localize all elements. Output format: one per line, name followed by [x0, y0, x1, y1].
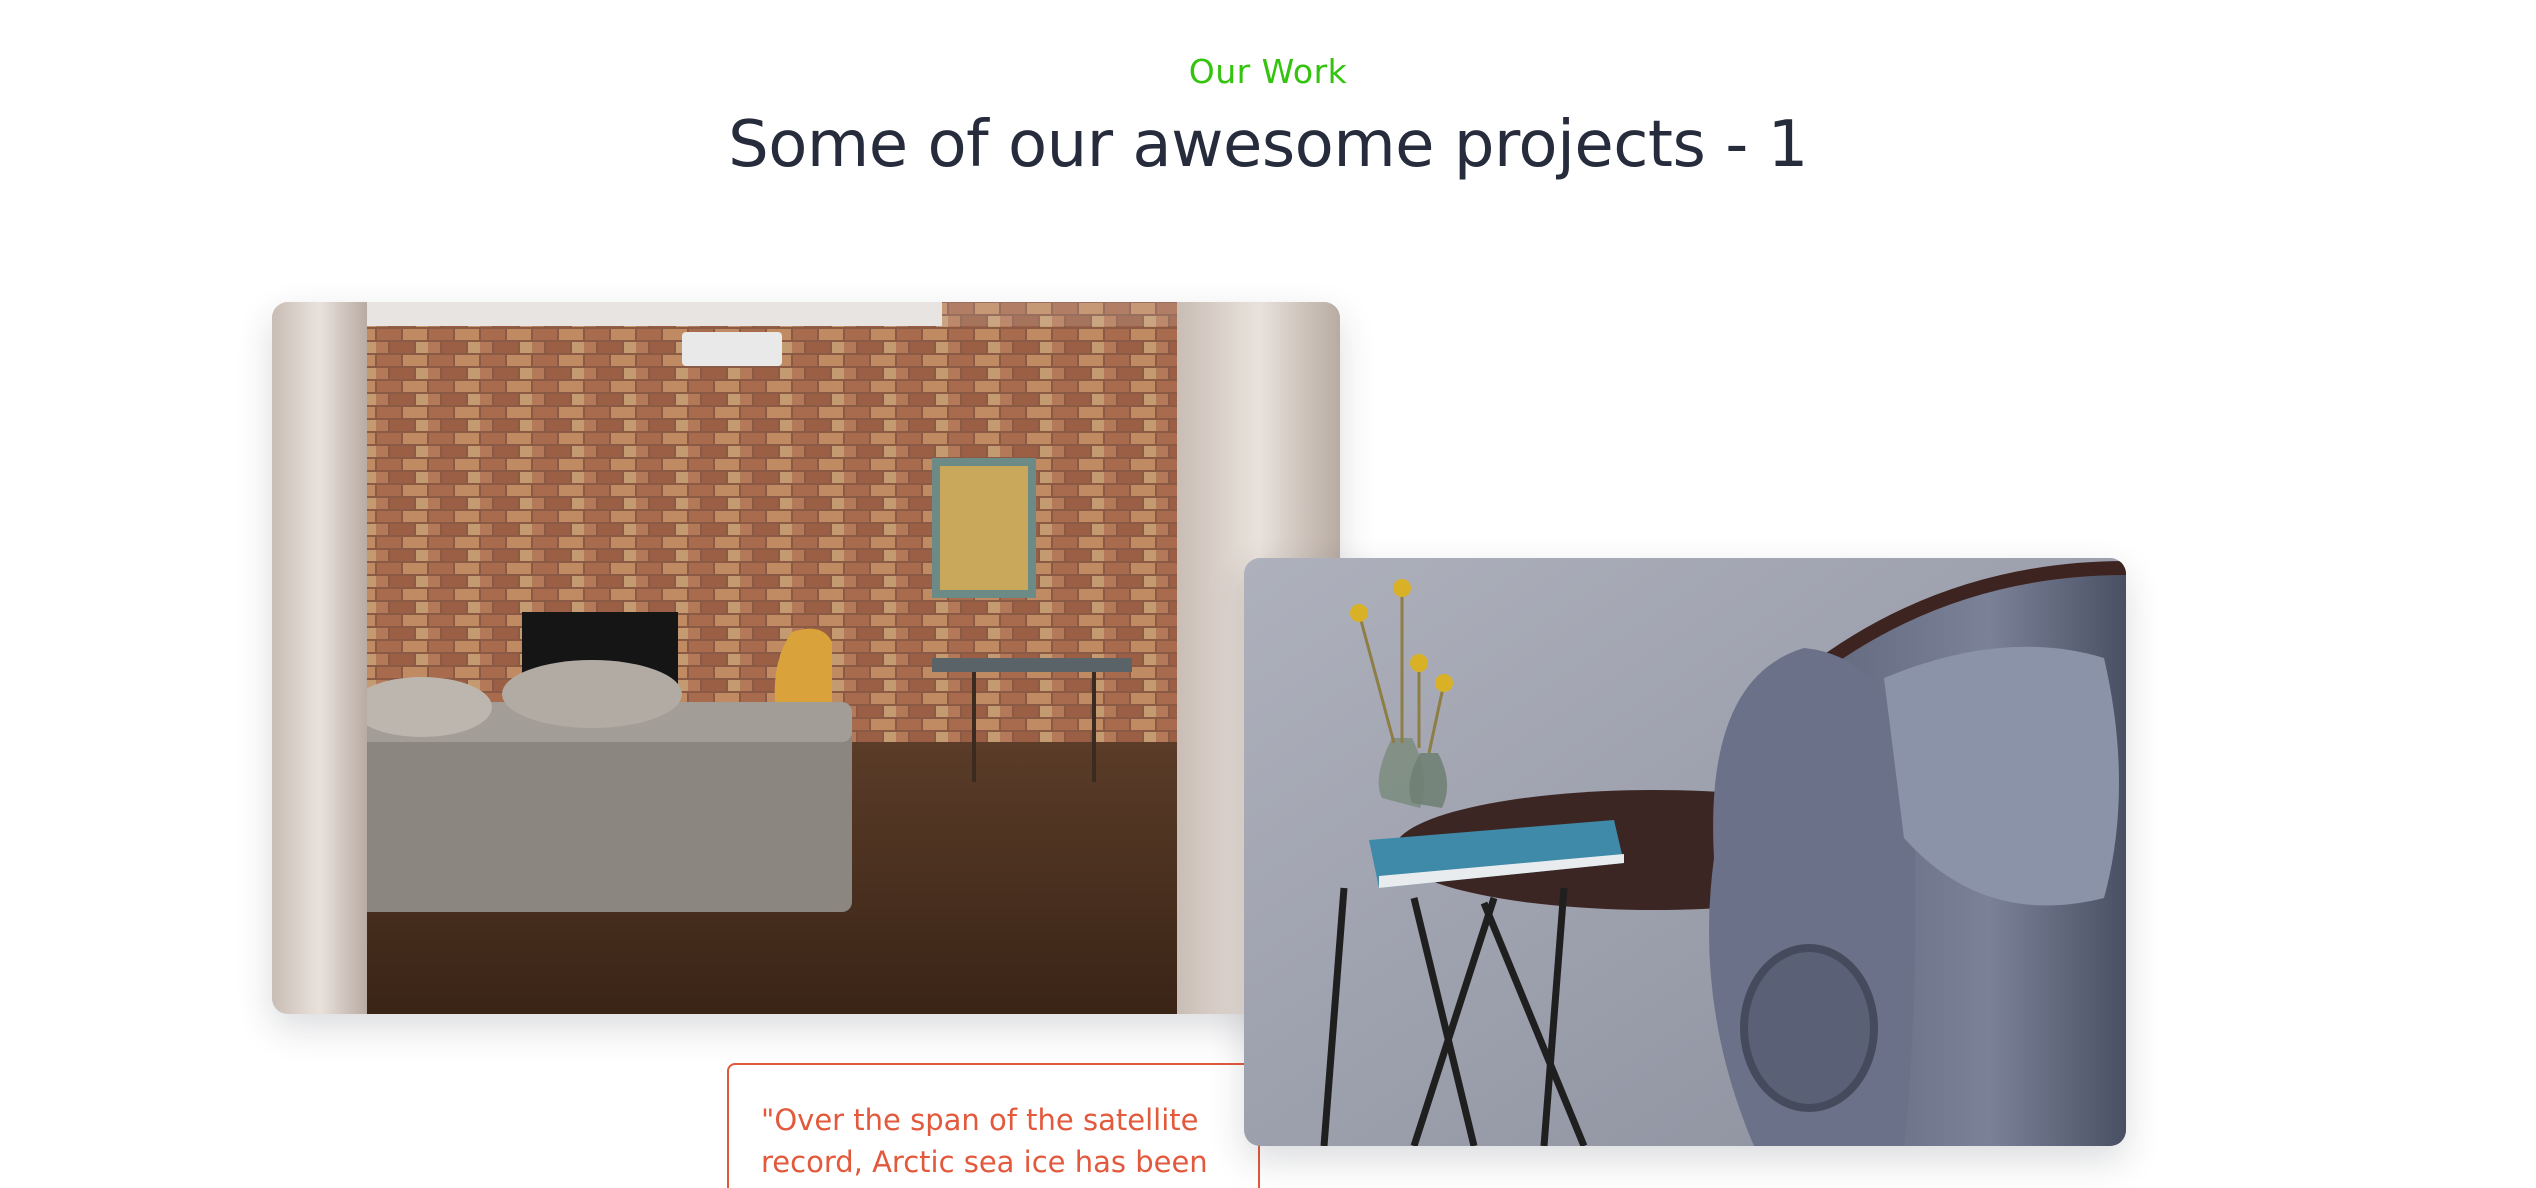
project-image-side-table[interactable] — [1244, 558, 2126, 1146]
project-image-living-room[interactable] — [272, 302, 1340, 1014]
quote-card: "Over the span of the satellite record, … — [727, 1063, 1260, 1188]
section-eyebrow: Our Work — [1188, 52, 1348, 91]
our-work-section: Our Work Some of our awesome projects - … — [0, 0, 2536, 1188]
quote-text: "Over the span of the satellite record, … — [761, 1103, 1208, 1179]
section-title: Some of our awesome projects - 1 — [728, 108, 1808, 182]
living-room-illustration — [272, 302, 1340, 1014]
side-table-illustration — [1244, 558, 2126, 1146]
